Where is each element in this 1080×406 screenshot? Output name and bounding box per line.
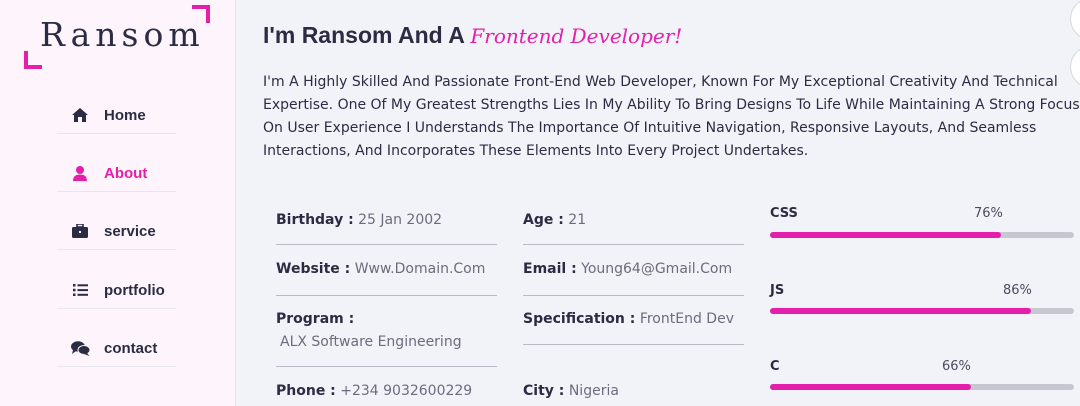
briefcase-icon — [69, 223, 91, 239]
specification-value: FrontEnd Dev — [639, 311, 734, 327]
program-value: ALX Software Engineering — [280, 334, 462, 350]
divider — [523, 244, 744, 245]
nav-item-label: portfolio — [104, 281, 165, 299]
email-value[interactable]: Young64@Gmail.Com — [581, 261, 732, 277]
theme-toggle-button[interactable] — [1070, 0, 1080, 40]
skill-percent-js: 86% — [1003, 283, 1032, 298]
phone-value: +234 9032600229 — [340, 383, 473, 399]
nav-item-label: About — [104, 164, 148, 182]
age-field: Age : 21 — [523, 212, 586, 228]
city-label: City : — [523, 383, 565, 399]
phone-field: Phone : +234 9032600229 — [276, 383, 472, 399]
specification-label: Specification : — [523, 311, 636, 327]
skill-bar-c — [770, 384, 1074, 390]
email-field: Email : Young64@Gmail.Com — [523, 261, 732, 277]
divider — [276, 244, 497, 245]
title-prefix: I'm Ransom And A — [263, 22, 464, 48]
nav-item-home[interactable]: Home — [57, 97, 176, 134]
skill-bar-js — [770, 308, 1074, 314]
program-field: Program : — [276, 311, 354, 327]
divider — [523, 295, 744, 296]
birthday-value: 25 Jan 2002 — [358, 212, 443, 228]
divider — [276, 366, 497, 367]
skill-fill-c — [770, 384, 971, 390]
email-label: Email : — [523, 261, 577, 277]
program-value-wrap: ALX Software Engineering — [280, 334, 462, 350]
user-icon — [69, 165, 91, 181]
logo-text: Ransom — [40, 15, 205, 54]
nav-item-label: service — [104, 222, 156, 240]
skill-name-c: C — [770, 359, 780, 374]
skill-percent-c: 66% — [942, 359, 971, 374]
divider — [276, 295, 497, 296]
website-value[interactable]: Www.Domain.Com — [355, 261, 486, 277]
program-label: Program : — [276, 311, 355, 327]
nav-item-portfolio[interactable]: portfolio — [57, 272, 176, 309]
logo[interactable]: Ransom — [24, 5, 210, 69]
skill-name-css: CSS — [770, 206, 798, 221]
city-field: City : Nigeria — [523, 383, 619, 399]
nav-item-contact[interactable]: contact — [57, 330, 176, 367]
nav-item-service[interactable]: service — [57, 213, 176, 250]
age-value: 21 — [568, 212, 587, 228]
nav-item-about[interactable]: About — [57, 155, 176, 192]
comments-icon — [69, 340, 91, 356]
phone-label: Phone : — [276, 383, 336, 399]
skill-fill-js — [770, 308, 1032, 314]
birthday-field: Birthday : 25 Jan 2002 — [276, 212, 442, 228]
birthday-label: Birthday : — [276, 212, 354, 228]
city-value: Nigeria — [568, 383, 619, 399]
about-title: I'm Ransom And A Frontend Developer! — [263, 22, 682, 49]
skill-name-js: JS — [770, 283, 785, 298]
website-field: Website : Www.Domain.Com — [276, 261, 485, 277]
skill-fill-css — [770, 232, 1002, 238]
home-icon — [69, 107, 91, 123]
sidebar: Ransom Home About service portfolio cont… — [0, 0, 236, 406]
about-intro: I'm A Highly Skilled And Passionate Fron… — [263, 74, 1080, 159]
skill-percent-css: 76% — [974, 206, 1003, 221]
nav-item-label: Home — [104, 106, 146, 124]
nav-item-label: contact — [104, 339, 158, 357]
divider — [523, 344, 744, 345]
age-label: Age : — [523, 212, 564, 228]
specification-field: Specification : FrontEnd Dev — [523, 311, 734, 327]
title-accent: Frontend Developer! — [470, 24, 683, 48]
list-icon — [69, 282, 91, 298]
website-label: Website : — [276, 261, 351, 277]
skill-bar-css — [770, 232, 1074, 238]
